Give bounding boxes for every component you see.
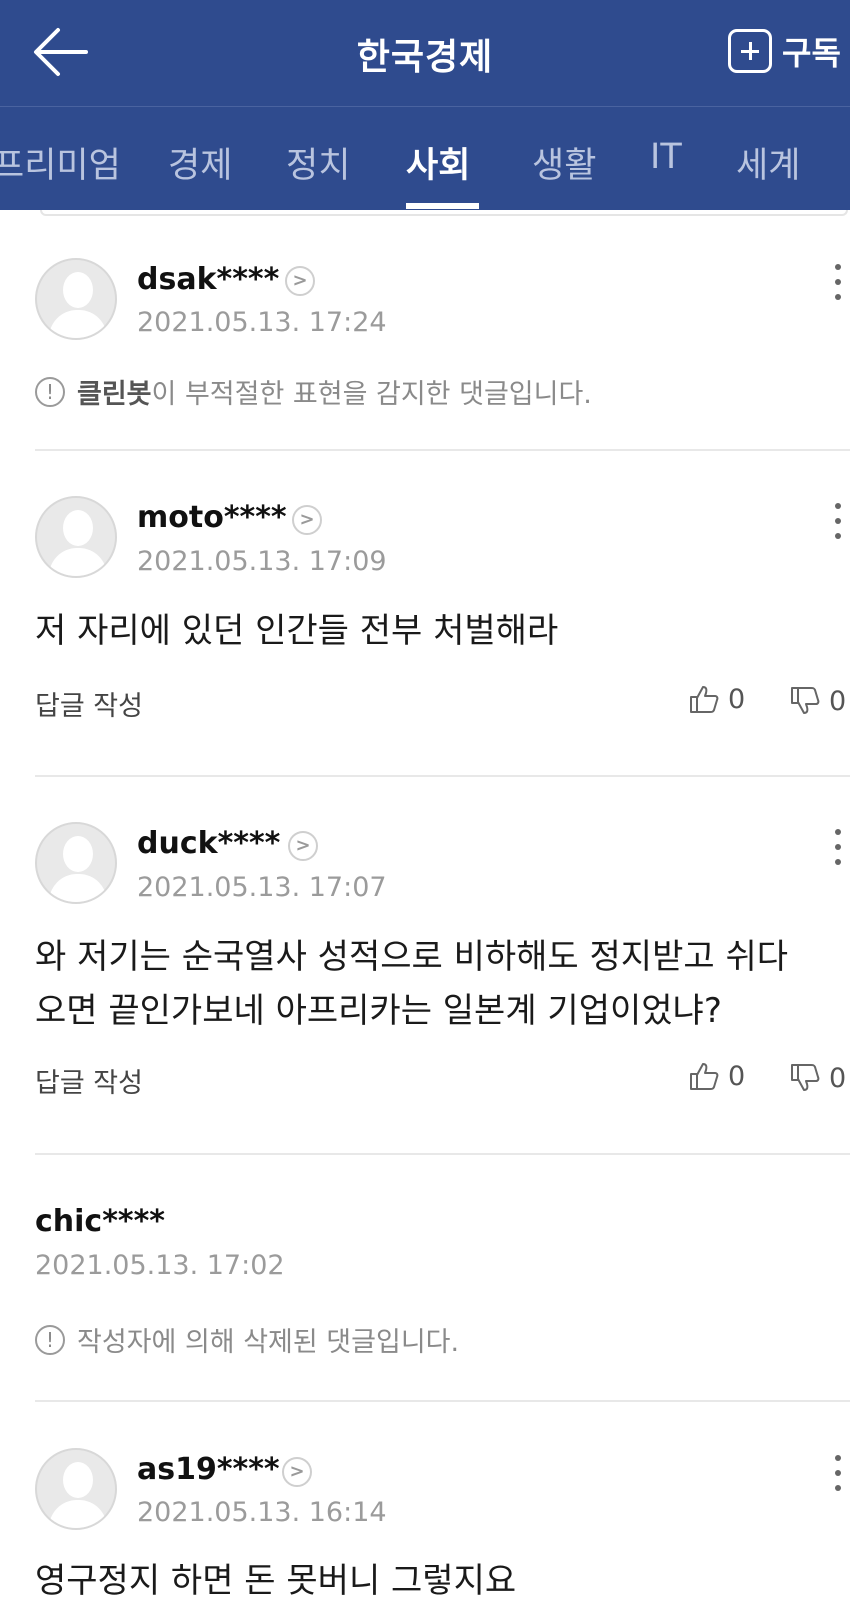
- avatar[interactable]: [35, 1448, 117, 1530]
- comment-timestamp: 2021.05.13. 17:07: [137, 872, 387, 903]
- reply-button[interactable]: 답글 작성: [35, 1061, 143, 1100]
- comment-timestamp: 2021.05.13. 16:14: [137, 1497, 387, 1528]
- app-header: 한국경제 구독: [0, 0, 850, 106]
- avatar[interactable]: [35, 258, 117, 340]
- comment-username[interactable]: moto****: [137, 500, 287, 535]
- page-title: 한국경제: [356, 37, 494, 78]
- comment-divider: [35, 1153, 850, 1155]
- comment-divider: [35, 1400, 850, 1402]
- notice-text: 이 부적절한 표현을 감지한 댓글입니다.: [151, 379, 592, 410]
- deleted-notice: ! 작성자에 의해 삭제된 댓글입니다.: [35, 1320, 459, 1359]
- like-button[interactable]: 0: [688, 1060, 745, 1092]
- comment-timestamp: 2021.05.13. 17:09: [137, 546, 387, 577]
- cleanbot-label[interactable]: 클린봇: [77, 372, 152, 411]
- exclamation-circle-icon: !: [35, 1324, 65, 1355]
- thumbs-down-icon: [791, 687, 820, 714]
- notice-text: 작성자에 의해 삭제된 댓글입니다.: [77, 1327, 460, 1358]
- avatar[interactable]: [35, 822, 117, 904]
- more-options-icon[interactable]: [835, 1455, 841, 1495]
- comment-text: 저 자리에 있던 인간들 전부 처벌해라: [35, 611, 559, 651]
- comment-username[interactable]: duck****: [137, 826, 280, 861]
- chevron-right-icon[interactable]: >: [292, 505, 322, 535]
- cleanbot-notice: ! 클린봇 이 부적절한 표현을 감지한 댓글입니다.: [35, 372, 592, 411]
- comment-username[interactable]: as19****: [137, 1452, 280, 1487]
- comment-divider: [35, 449, 850, 451]
- more-options-icon[interactable]: [835, 264, 841, 304]
- list-top-edge: [40, 210, 848, 216]
- tab-it[interactable]: IT: [650, 137, 682, 177]
- exclamation-circle-icon: !: [35, 376, 65, 407]
- dislike-count: 0: [829, 685, 847, 717]
- tab-politics[interactable]: 정치: [286, 137, 350, 188]
- tab-economy[interactable]: 경제: [168, 137, 232, 188]
- comment-username[interactable]: dsak****: [137, 262, 279, 297]
- more-options-icon[interactable]: [835, 503, 841, 543]
- dislike-count: 0: [829, 1062, 847, 1094]
- subscribe-label: 구독: [782, 34, 841, 72]
- tab-world[interactable]: 세계: [736, 137, 800, 188]
- tab-premium[interactable]: 프리미엄: [0, 137, 121, 188]
- chevron-right-icon[interactable]: >: [288, 831, 318, 861]
- dislike-button[interactable]: 0: [789, 685, 846, 717]
- chevron-right-icon[interactable]: >: [282, 1457, 312, 1487]
- chevron-right-icon[interactable]: >: [285, 266, 315, 296]
- comment-text-line: 오면 끝인가보네 아프리카는 일본계 기업이었냐?: [35, 991, 722, 1031]
- reply-button[interactable]: 답글 작성: [35, 684, 143, 723]
- thumbs-up-icon: [690, 686, 719, 713]
- tab-society[interactable]: 사회: [406, 137, 470, 188]
- comment-timestamp: 2021.05.13. 17:02: [35, 1250, 285, 1281]
- thumbs-up-icon: [690, 1063, 719, 1090]
- comment-username: chic****: [35, 1204, 165, 1239]
- dislike-button[interactable]: 0: [789, 1062, 846, 1094]
- comment-text-line: 와 저기는 순국열사 성적으로 비하해도 정지받고 쉬다: [35, 937, 789, 977]
- like-count: 0: [728, 1060, 746, 1092]
- comment-divider: [35, 775, 850, 777]
- category-tabs: 프리미엄 경제 정치 사회 생활 IT 세계: [0, 106, 850, 210]
- comment-text: 영구정지 하면 돈 못버니 그렇지요: [35, 1561, 517, 1601]
- thumbs-down-icon: [791, 1064, 820, 1091]
- like-count: 0: [728, 683, 746, 715]
- tab-life[interactable]: 생활: [532, 137, 596, 188]
- more-options-icon[interactable]: [835, 829, 841, 869]
- comment-timestamp: 2021.05.13. 17:24: [137, 307, 387, 338]
- plus-square-icon: [728, 29, 772, 73]
- avatar[interactable]: [35, 496, 117, 578]
- like-button[interactable]: 0: [688, 683, 745, 715]
- active-tab-indicator: [406, 203, 479, 209]
- subscribe-button[interactable]: 구독: [728, 28, 841, 74]
